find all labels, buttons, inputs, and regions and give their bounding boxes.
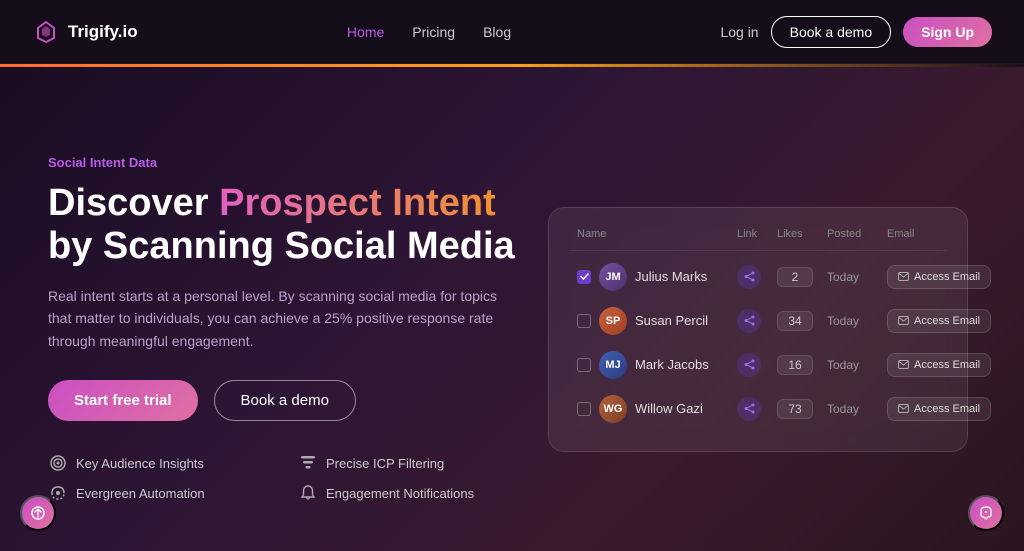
cta-row: Start free trial Book a demo [48,380,516,421]
avatar-julius: JM [599,263,627,291]
avatar-willow: WG [599,395,627,423]
hero-title: Discover Prospect Intent by Scanning Soc… [48,182,516,269]
table-header: Name Link Likes Posted Email [569,228,947,251]
likes-mark: 16 [777,355,813,375]
person-cell-mark: MJ Mark Jacobs [577,351,737,379]
col-likes: Likes [777,228,827,240]
hero-title-gradient: Prospect Intent [219,182,496,224]
person-cell-julius: JM Julius Marks [577,263,737,291]
person-name-mark: Mark Jacobs [635,357,709,372]
hero-description: Real intent starts at a personal level. … [48,285,498,352]
person-name-julius: Julius Marks [635,269,707,284]
access-email-susan[interactable]: Access Email [887,309,991,333]
person-name-susan: Susan Percil [635,313,708,328]
col-posted: Posted [827,228,887,240]
book-demo-hero-button[interactable]: Book a demo [214,380,356,421]
feature-automation-label: Evergreen Automation [76,486,205,501]
hero-title-prefix: Discover [48,182,219,224]
person-cell-willow: WG Willow Gazi [577,395,737,423]
likes-susan: 34 [777,311,813,331]
logo-text: Trigify.io [68,22,138,42]
hero-title-suffix: by Scanning Social Media [48,225,515,267]
avatar-mark: MJ [599,351,627,379]
posted-willow: Today [827,402,887,416]
posted-susan: Today [827,314,887,328]
hero-right: Name Link Likes Posted Email JM Julius M… [548,207,968,452]
feature-notifications-label: Engagement Notifications [326,486,474,501]
feature-automation: Evergreen Automation [48,483,266,503]
avatar-susan: SP [599,307,627,335]
posted-mark: Today [827,358,887,372]
person-cell-susan: SP Susan Percil [577,307,737,335]
target-icon [48,453,68,473]
share-button-mark[interactable] [737,353,761,377]
share-button-willow[interactable] [737,397,761,421]
feature-notifications: Engagement Notifications [298,483,516,503]
filter-icon [298,453,318,473]
navbar: Trigify.io Home Pricing Blog Log in Book… [0,0,1024,64]
email-icon [898,316,909,325]
access-email-mark[interactable]: Access Email [887,353,991,377]
col-email: Email [887,228,939,240]
chat-widget-button[interactable] [20,495,56,531]
nav-pricing[interactable]: Pricing [412,24,455,40]
nav-home[interactable]: Home [347,24,384,40]
hero-tag: Social Intent Data [48,155,516,170]
table-row: JM Julius Marks 2 Today Access Email [569,255,947,299]
chat-icon [30,505,46,521]
email-icon [898,272,909,281]
hero-left: Social Intent Data Discover Prospect Int… [48,155,548,504]
feature-filtering-label: Precise ICP Filtering [326,456,444,471]
login-button[interactable]: Log in [720,24,758,40]
likes-julius: 2 [777,267,813,287]
email-icon [898,360,909,369]
feature-audience: Key Audience Insights [48,453,266,473]
table-row: WG Willow Gazi 73 Today Access Email [569,387,947,431]
col-name: Name [577,228,737,240]
main-content: Social Intent Data Discover Prospect Int… [0,67,1024,551]
signup-button[interactable]: Sign Up [903,17,992,47]
support-icon [978,505,994,521]
share-button-julius[interactable] [737,265,761,289]
feature-filtering: Precise ICP Filtering [298,453,516,473]
bell-icon [298,483,318,503]
features-grid: Key Audience Insights Precise ICP Filter… [48,453,516,503]
col-link: Link [737,228,777,240]
logo-icon [32,18,60,46]
access-email-willow[interactable]: Access Email [887,397,991,421]
access-email-julius[interactable]: Access Email [887,265,991,289]
table-row: SP Susan Percil 34 Today Access Email [569,299,947,343]
start-trial-button[interactable]: Start free trial [48,380,198,421]
logo[interactable]: Trigify.io [32,18,138,46]
book-demo-button[interactable]: Book a demo [771,16,892,48]
checkbox-mark[interactable] [577,358,591,372]
nav-right: Log in Book a demo Sign Up [720,16,992,48]
checkbox-willow[interactable] [577,402,591,416]
data-card: Name Link Likes Posted Email JM Julius M… [548,207,968,452]
email-icon [898,404,909,413]
nav-blog[interactable]: Blog [483,24,511,40]
feature-audience-label: Key Audience Insights [76,456,204,471]
person-name-willow: Willow Gazi [635,401,703,416]
checkbox-julius[interactable] [577,270,591,284]
nav-links: Home Pricing Blog [347,24,511,40]
likes-willow: 73 [777,399,813,419]
support-widget-button[interactable] [968,495,1004,531]
share-button-susan[interactable] [737,309,761,333]
posted-julius: Today [827,270,887,284]
table-row: MJ Mark Jacobs 16 Today Access Email [569,343,947,387]
checkbox-susan[interactable] [577,314,591,328]
